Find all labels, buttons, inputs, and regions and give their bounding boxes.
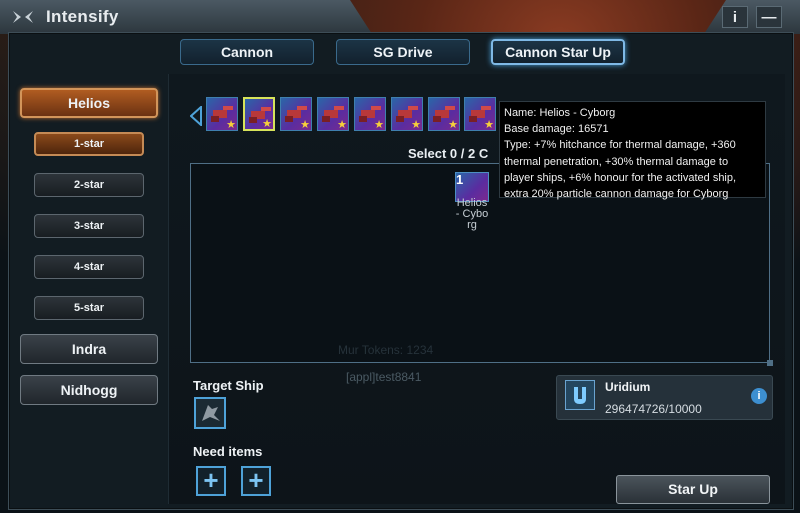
window-controls xyxy=(704,0,800,34)
wings-logo-icon xyxy=(13,11,33,23)
star-icon: ★ xyxy=(262,118,272,130)
nav-star-3[interactable]: 3-star xyxy=(34,214,144,238)
cannon-thumb[interactable]: ★ xyxy=(206,97,238,131)
star-icon: ★ xyxy=(300,119,310,131)
info-button[interactable]: i xyxy=(722,6,748,28)
target-ship-slot[interactable] xyxy=(194,397,226,429)
tab-sg-drive[interactable]: SG Drive xyxy=(336,39,470,65)
star-icon: ★ xyxy=(337,119,347,131)
resource-name: Uridium xyxy=(605,380,651,394)
cannon-card-name: Helios - Cyborg xyxy=(455,197,489,231)
select-count: Select 0 / 2 C xyxy=(408,146,489,161)
add-item-button-1[interactable]: + xyxy=(196,466,226,496)
sidebar: Helios 1-star 2-star 3-star 4-star 5-sta… xyxy=(8,74,168,504)
faded-label: Mur Tokens: 1234 xyxy=(338,343,434,357)
star-icon: ★ xyxy=(411,119,421,131)
resource-info-icon[interactable]: i xyxy=(751,388,767,404)
resource-uridium: Uridium 296474726/10000 i xyxy=(556,375,773,420)
star-icon: ★ xyxy=(226,119,236,131)
title-bar: Intensify i — xyxy=(0,0,800,34)
cannon-tooltip: Name: Helios - Cyborg Base damage: 16571… xyxy=(499,101,766,200)
scroll-left-arrow-icon[interactable] xyxy=(190,106,202,126)
nav-indra[interactable]: Indra xyxy=(20,334,158,364)
window-title: Intensify xyxy=(46,7,119,26)
uridium-icon xyxy=(565,380,595,410)
star-icon: ★ xyxy=(448,119,458,131)
nav-star-5[interactable]: 5-star xyxy=(34,296,144,320)
nav-star-4[interactable]: 4-star xyxy=(34,255,144,279)
cannon-thumb[interactable]: ★ xyxy=(391,97,423,131)
cannon-card-count: 1 xyxy=(456,172,464,187)
tooltip-type: Type: +7% hitchance for thermal damage, … xyxy=(504,139,737,201)
cannon-thumb[interactable]: ★ xyxy=(464,97,496,131)
star-icon: ★ xyxy=(374,119,384,131)
ship-icon xyxy=(202,405,220,421)
minimize-button[interactable]: — xyxy=(756,6,782,28)
tab-cannon[interactable]: Cannon xyxy=(180,39,314,65)
tooltip-name: Name: Helios - Cyborg xyxy=(504,107,616,119)
star-up-button[interactable]: Star Up xyxy=(616,475,770,504)
add-item-button-2[interactable]: + xyxy=(241,466,271,496)
cannon-thumb[interactable]: ★ xyxy=(428,97,460,131)
tooltip-damage: Base damage: 16571 xyxy=(504,123,609,136)
star-icon: ★ xyxy=(484,119,494,131)
resource-value: 296474726/10000 xyxy=(605,402,702,416)
nav-nidhogg[interactable]: Nidhogg xyxy=(20,375,158,405)
cannon-thumb[interactable]: ★ xyxy=(354,97,386,131)
nav-star-1[interactable]: 1-star xyxy=(34,132,144,156)
tab-cannon-star-up[interactable]: Cannon Star Up xyxy=(491,39,625,65)
cannon-card[interactable]: 1 Helios - Cyborg xyxy=(455,172,489,234)
cannon-thumb[interactable]: ★ xyxy=(243,97,275,131)
cannon-thumb[interactable]: ★ xyxy=(280,97,312,131)
nav-helios[interactable]: Helios xyxy=(20,88,158,118)
player-name-watermark: [appl]test8841 xyxy=(346,370,422,384)
target-ship-label: Target Ship xyxy=(193,378,264,393)
cannon-thumb[interactable]: ★ xyxy=(317,97,349,131)
nav-star-2[interactable]: 2-star xyxy=(34,173,144,197)
need-items-label: Need items xyxy=(193,444,263,459)
grid-corner xyxy=(767,360,773,366)
